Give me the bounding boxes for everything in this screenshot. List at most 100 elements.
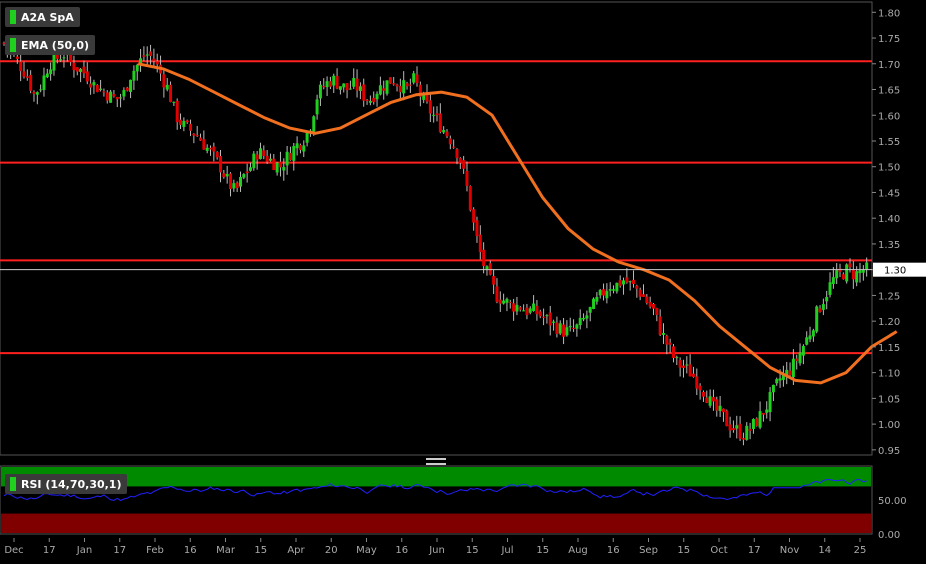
candle-body xyxy=(522,310,526,312)
candle-body xyxy=(315,99,319,115)
candle-body xyxy=(485,266,489,270)
candle-body xyxy=(498,299,502,304)
rsi-swatch xyxy=(10,477,16,491)
candle-body xyxy=(172,101,176,103)
candle-body xyxy=(235,182,239,189)
candle-body xyxy=(15,56,19,59)
chart-title-label: A2A SpA xyxy=(5,7,80,27)
candle-body xyxy=(435,113,439,116)
candle-body xyxy=(798,352,802,364)
candle-body xyxy=(685,364,689,366)
candle-body xyxy=(345,83,349,91)
candle-body xyxy=(572,327,576,329)
candle-body xyxy=(632,279,636,285)
candle-body xyxy=(771,384,775,393)
candle-body xyxy=(492,276,496,285)
candle-body xyxy=(788,370,792,376)
candle-body xyxy=(169,84,173,103)
candle-body xyxy=(298,144,302,151)
x-tick-label: Jun xyxy=(428,545,445,556)
candle-body xyxy=(598,289,602,296)
candle-body xyxy=(711,397,715,402)
rsi-overbought-band xyxy=(1,467,871,487)
candle-body xyxy=(119,97,123,99)
candle-body xyxy=(398,85,402,93)
title-swatch xyxy=(10,10,16,24)
candle-body xyxy=(775,379,779,384)
candle-body xyxy=(525,307,529,316)
x-tick-label: 20 xyxy=(325,545,338,556)
candle-body xyxy=(29,74,33,91)
candle-body xyxy=(155,61,159,65)
candle-body xyxy=(735,425,739,429)
candle-body xyxy=(202,139,206,150)
y-tick-label: 1.45 xyxy=(878,188,900,199)
candle-body xyxy=(681,365,685,368)
candle-body xyxy=(495,286,499,302)
candle-body xyxy=(59,59,63,61)
candle-body xyxy=(582,317,586,320)
candle-body xyxy=(478,234,482,253)
candle-body xyxy=(152,58,156,61)
x-tick-label: May xyxy=(356,545,377,556)
candle-body xyxy=(861,269,865,273)
candle-body xyxy=(675,357,679,359)
candle-body xyxy=(475,220,479,237)
candle-body xyxy=(468,186,472,211)
candle-body xyxy=(688,364,692,377)
candle-body xyxy=(405,83,409,87)
candle-body xyxy=(811,330,815,337)
x-tick-label: 15 xyxy=(536,545,549,556)
candle-body xyxy=(691,373,695,377)
candle-body xyxy=(545,315,549,317)
candle-body xyxy=(458,158,462,163)
candle-body xyxy=(455,149,459,159)
candle-body xyxy=(35,92,39,95)
candle-body xyxy=(322,86,326,88)
candle-body xyxy=(808,335,812,340)
candle-body xyxy=(109,91,113,103)
candle-body xyxy=(408,84,412,86)
candle-body xyxy=(741,438,745,440)
candle-body xyxy=(228,173,232,190)
candle-body xyxy=(671,346,675,358)
candle-body xyxy=(402,80,406,94)
candle-body xyxy=(22,71,26,77)
candle-body xyxy=(142,55,146,57)
candle-body xyxy=(715,399,719,411)
candle-body xyxy=(542,316,546,318)
candle-body xyxy=(588,307,592,313)
candle-body xyxy=(602,289,606,296)
candle-body xyxy=(795,358,799,361)
candle-body xyxy=(452,146,456,148)
panel-splitter-handle[interactable] xyxy=(426,458,446,465)
y-tick-label: 1.10 xyxy=(878,369,900,380)
candle-body xyxy=(265,155,269,162)
candle-body xyxy=(765,409,769,413)
y-tick-label: 1.25 xyxy=(878,291,900,302)
candle-body xyxy=(335,76,339,89)
candle-body xyxy=(565,327,569,336)
x-tick-label: 14 xyxy=(818,545,831,556)
chart-svg: 1.80 1.75 1.70 1.65 1.60 1.55 1.50 1.45 1.40 1.35… xyxy=(0,1,926,556)
candle-body xyxy=(355,78,359,91)
candle-body xyxy=(575,324,579,329)
candle-body xyxy=(422,95,426,100)
candle-body xyxy=(49,69,53,75)
candle-body xyxy=(175,100,179,123)
candle-body xyxy=(728,424,732,431)
candle-body xyxy=(855,271,859,283)
candle-body xyxy=(205,147,209,151)
candle-body xyxy=(232,183,236,189)
candle-body xyxy=(165,84,169,90)
candle-body xyxy=(755,418,759,427)
x-tick-label: 16 xyxy=(395,545,408,556)
candle-body xyxy=(761,412,765,415)
x-tick-label: Apr xyxy=(287,545,305,556)
candle-body xyxy=(462,160,466,169)
rsi-y-tick-label: 50.00 xyxy=(878,496,907,507)
candle-body xyxy=(325,81,329,88)
candle-body xyxy=(209,147,213,150)
candle-body xyxy=(488,263,492,275)
y-tick-label: 1.70 xyxy=(878,60,900,71)
